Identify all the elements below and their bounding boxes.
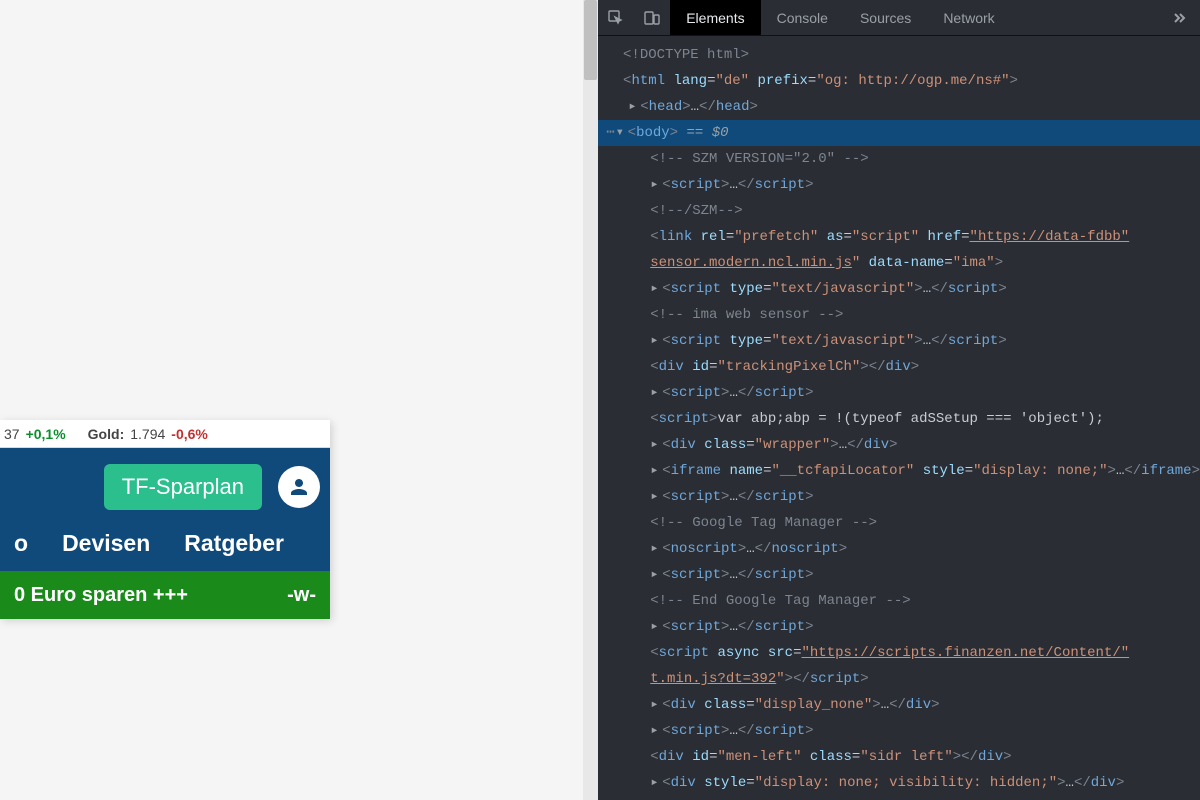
dom-node[interactable]: ▸<div style="display: none; visibility: …	[598, 770, 1200, 796]
dom-node[interactable]: <!-- ima web sensor -->	[598, 302, 1200, 328]
dom-node[interactable]: ▸<head>…</head>	[598, 94, 1200, 120]
device-toggle-button[interactable]	[634, 0, 670, 35]
dom-node[interactable]: ▸<noscript>…</noscript>	[598, 536, 1200, 562]
dom-node[interactable]: ⋯▾<body> == $0	[598, 120, 1200, 146]
dom-node[interactable]: ▸<style type="text/css">…</style>	[598, 796, 1200, 800]
promo-banner-suffix: -w-	[287, 584, 316, 607]
site-header: TF-Sparplan o Devisen Ratgeber	[0, 448, 330, 571]
dom-node[interactable]: sensor.modern.ncl.min.js" data-name="ima…	[598, 250, 1200, 276]
tab-console[interactable]: Console	[761, 0, 844, 35]
nav-item-ratgeber[interactable]: Ratgeber	[184, 530, 284, 557]
dom-node[interactable]: ▸<script type="text/javascript">…</scrip…	[598, 276, 1200, 302]
dom-node[interactable]: ▸<iframe name="__tcfapiLocator" style="d…	[598, 458, 1200, 484]
dom-node[interactable]: <div id="trackingPixelCh"></div>	[598, 354, 1200, 380]
dom-node[interactable]: <!-- SZM VERSION="2.0" -->	[598, 146, 1200, 172]
user-icon	[287, 475, 311, 499]
dom-node[interactable]: ▸<script>…</script>	[598, 614, 1200, 640]
ticker-value-1: 37	[4, 426, 20, 442]
ticker-gold-change: -0,6%	[171, 426, 208, 442]
dom-node[interactable]: ▸<div class="display_none">…</div>	[598, 692, 1200, 718]
tab-network[interactable]: Network	[927, 0, 1010, 35]
nav-item-0[interactable]: o	[14, 530, 28, 557]
etf-sparplan-button[interactable]: TF-Sparplan	[104, 464, 262, 510]
page-content-card: 37 +0,1% Gold: 1.794 -0,6% TF-Sparplan o…	[0, 420, 330, 619]
tab-elements[interactable]: Elements	[670, 0, 760, 35]
rendered-page-pane: 37 +0,1% Gold: 1.794 -0,6% TF-Sparplan o…	[0, 0, 598, 800]
dom-node[interactable]: <link rel="prefetch" as="script" href="h…	[598, 224, 1200, 250]
tab-sources[interactable]: Sources	[844, 0, 927, 35]
dom-node[interactable]: ▸<script>…</script>	[598, 484, 1200, 510]
dom-node[interactable]: ▸<script>…</script>	[598, 562, 1200, 588]
devtools-toolbar: Elements Console Sources Network	[598, 0, 1200, 36]
dom-node[interactable]: ▸<script type="text/javascript">…</scrip…	[598, 328, 1200, 354]
dom-node[interactable]: <html lang="de" prefix="og: http://ogp.m…	[598, 68, 1200, 94]
dom-node[interactable]: <!--/SZM-->	[598, 198, 1200, 224]
dom-node[interactable]: ▸<div class="wrapper">…</div>	[598, 432, 1200, 458]
page-scrollbar-track[interactable]	[583, 0, 598, 800]
nav-item-devisen[interactable]: Devisen	[62, 530, 150, 557]
dom-node[interactable]: ▸<script>…</script>	[598, 172, 1200, 198]
dom-tree[interactable]: <!DOCTYPE html> <html lang="de" prefix="…	[598, 36, 1200, 800]
dom-node[interactable]: <!-- End Google Tag Manager -->	[598, 588, 1200, 614]
dom-node[interactable]: ▸<script>…</script>	[598, 718, 1200, 744]
page-scrollbar-thumb[interactable]	[584, 0, 597, 80]
promo-banner[interactable]: 0 Euro sparen +++ -w-	[0, 571, 330, 619]
ticker-change-1: +0,1%	[26, 426, 66, 442]
inspect-icon	[608, 10, 624, 26]
dom-node[interactable]: <!-- Google Tag Manager -->	[598, 510, 1200, 536]
tabs-overflow-button[interactable]	[1158, 0, 1200, 35]
main-nav: o Devisen Ratgeber	[10, 530, 320, 557]
dom-node[interactable]: <div id="men-left" class="sidr left"></d…	[598, 744, 1200, 770]
device-icon	[644, 10, 660, 26]
user-avatar-button[interactable]	[278, 466, 320, 508]
ticker-gold-label: Gold:	[88, 426, 125, 442]
promo-banner-text: 0 Euro sparen +++	[14, 584, 188, 607]
devtools-panel: Elements Console Sources Network <!DOCTY…	[598, 0, 1200, 800]
ticker-bar: 37 +0,1% Gold: 1.794 -0,6%	[0, 420, 330, 448]
dom-node[interactable]: ▸<script>…</script>	[598, 380, 1200, 406]
dom-node[interactable]: t.min.js?dt=392"></script>	[598, 666, 1200, 692]
ticker-gold-value: 1.794	[130, 426, 165, 442]
dom-node[interactable]: <script async src="https://scripts.finan…	[598, 640, 1200, 666]
inspect-element-button[interactable]	[598, 0, 634, 35]
chevron-double-right-icon	[1172, 11, 1186, 25]
dom-node[interactable]: <script>var abp;abp = !(typeof adSSetup …	[598, 406, 1200, 432]
dom-node[interactable]: <!DOCTYPE html>	[598, 42, 1200, 68]
